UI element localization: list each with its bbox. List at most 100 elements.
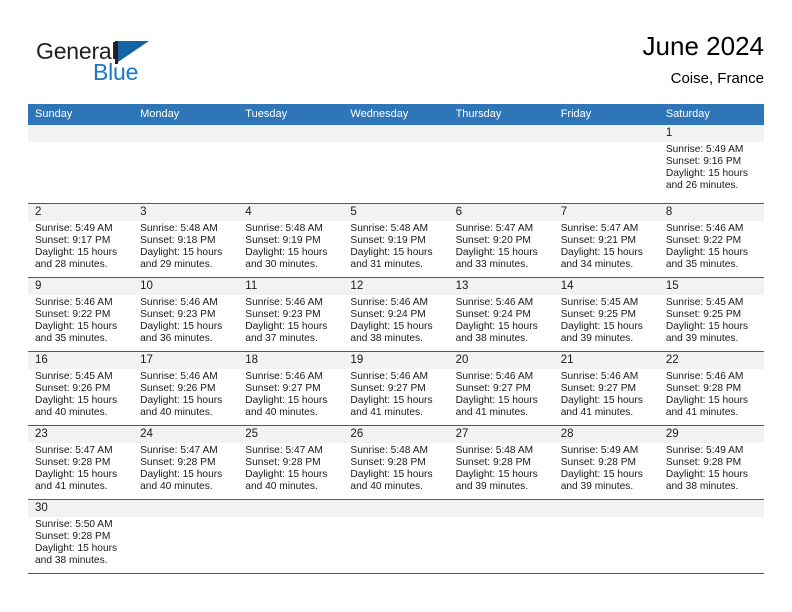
day-number-band: 9 10 11 12 13 14 15 (28, 278, 764, 295)
day-cell[interactable]: Sunrise: 5:49 AM Sunset: 9:28 PM Dayligh… (659, 445, 764, 496)
daylight-text-line2: and 35 minutes. (665, 259, 739, 271)
daylight-text-line2: and 39 minutes. (455, 481, 529, 493)
day-number: 18 (245, 354, 259, 366)
day-cell[interactable]: Sunrise: 5:45 AM Sunset: 9:25 PM Dayligh… (659, 297, 764, 348)
daylight-text-line2: and 34 minutes. (560, 259, 634, 271)
day-cell[interactable]: Sunrise: 5:50 AM Sunset: 9:28 PM Dayligh… (28, 519, 133, 570)
day-number: 20 (455, 354, 469, 366)
day-number: 6 (455, 206, 462, 218)
day-number: 7 (560, 206, 568, 218)
day-cell[interactable]: Sunrise: 5:49 AM Sunset: 9:28 PM Dayligh… (554, 445, 659, 496)
day-cell[interactable]: Sunrise: 5:49 AM Sunset: 9:16 PM Dayligh… (659, 144, 764, 200)
day-number: 13 (455, 280, 469, 292)
day-number: 17 (140, 354, 153, 366)
day-cell[interactable]: Sunrise: 5:48 AM Sunset: 9:19 PM Dayligh… (238, 223, 343, 274)
sunrise-text: Sunrise: 5:47 AM (245, 445, 323, 456)
day-cell[interactable]: Sunrise: 5:47 AM Sunset: 9:28 PM Dayligh… (133, 445, 238, 496)
weekday-header-saturday: Saturday (665, 108, 710, 120)
day-cell[interactable]: Sunrise: 5:45 AM Sunset: 9:26 PM Dayligh… (28, 371, 133, 422)
daylight-text-line2: and 40 minutes. (350, 481, 423, 493)
sunset-text: Sunset: 9:28 PM (35, 531, 111, 543)
day-cell[interactable]: Sunrise: 5:47 AM Sunset: 9:20 PM Dayligh… (449, 223, 554, 274)
day-number (28, 125, 133, 142)
day-cell[interactable]: Sunrise: 5:46 AM Sunset: 9:24 PM Dayligh… (449, 297, 554, 348)
day-number: 3 (140, 206, 147, 218)
daylight-text-line2: and 40 minutes. (140, 407, 213, 419)
day-cell[interactable]: Sunrise: 5:46 AM Sunset: 9:27 PM Dayligh… (554, 371, 659, 422)
daylight-text-line2: and 39 minutes. (560, 481, 634, 493)
sunset-text: Sunset: 9:27 PM (560, 383, 637, 395)
daylight-text-line1: Daylight: 15 hours (665, 469, 748, 481)
day-cell[interactable]: Sunrise: 5:45 AM Sunset: 9:25 PM Dayligh… (554, 297, 659, 348)
day-number-band: 30 (28, 500, 764, 517)
daylight-text-line2: and 40 minutes. (140, 481, 213, 493)
daylight-text-line2: and 41 minutes. (560, 407, 634, 419)
day-number (238, 125, 343, 142)
day-cell[interactable]: Sunrise: 5:48 AM Sunset: 9:28 PM Dayligh… (343, 445, 448, 496)
day-cell[interactable]: Sunrise: 5:47 AM Sunset: 9:28 PM Dayligh… (238, 445, 343, 496)
day-number: 1 (665, 127, 673, 139)
daylight-text-line2: and 40 minutes. (245, 407, 318, 419)
calendar-week-row: 16 17 18 19 20 21 22 Sunrise: 5:45 AM Su… (28, 352, 764, 426)
day-cell[interactable]: Sunrise: 5:46 AM Sunset: 9:22 PM Dayligh… (659, 223, 764, 274)
day-number: 19 (350, 354, 364, 366)
daylight-text-line2: and 36 minutes. (140, 333, 213, 345)
daylight-text-line2: and 33 minutes. (455, 259, 529, 271)
day-cell[interactable]: Sunrise: 5:48 AM Sunset: 9:19 PM Dayligh… (343, 223, 448, 274)
day-number (554, 125, 659, 142)
day-number: 23 (35, 428, 48, 440)
day-cell[interactable]: Sunrise: 5:48 AM Sunset: 9:28 PM Dayligh… (449, 445, 554, 496)
day-cell[interactable]: Sunrise: 5:46 AM Sunset: 9:27 PM Dayligh… (238, 371, 343, 422)
sunset-text: Sunset: 9:28 PM (560, 457, 637, 469)
daylight-text-line2: and 37 minutes. (245, 333, 318, 345)
daylight-text-line1: Daylight: 15 hours (35, 247, 118, 259)
day-number: 14 (560, 280, 574, 292)
day-cell[interactable]: Sunrise: 5:46 AM Sunset: 9:23 PM Dayligh… (238, 297, 343, 348)
day-number: 26 (350, 428, 364, 440)
day-cell[interactable]: Sunrise: 5:47 AM Sunset: 9:21 PM Dayligh… (554, 223, 659, 274)
sunrise-text: Sunrise: 5:47 AM (140, 445, 218, 456)
sunrise-text: Sunrise: 5:46 AM (245, 297, 323, 308)
sunrise-text: Sunrise: 5:46 AM (665, 223, 744, 234)
daylight-text-line1: Daylight: 15 hours (560, 247, 643, 259)
title-block: June 2024 Coise, France (643, 30, 764, 90)
daylight-text-line2: and 35 minutes. (35, 333, 108, 345)
daylight-text-line1: Daylight: 15 hours (140, 247, 223, 259)
day-cell[interactable]: Sunrise: 5:46 AM Sunset: 9:27 PM Dayligh… (449, 371, 554, 422)
day-cell[interactable]: Sunrise: 5:48 AM Sunset: 9:18 PM Dayligh… (133, 223, 238, 274)
sunrise-text: Sunrise: 5:45 AM (665, 297, 744, 308)
sunrise-text: Sunrise: 5:45 AM (35, 371, 113, 382)
sunrise-text: Sunrise: 5:47 AM (35, 445, 113, 456)
sunset-text: Sunset: 9:27 PM (245, 383, 321, 395)
daylight-text-line1: Daylight: 15 hours (35, 321, 118, 333)
day-number: 25 (245, 428, 259, 440)
day-number: 10 (140, 280, 153, 292)
daylight-text-line2: and 30 minutes. (245, 259, 318, 271)
day-number: 30 (35, 502, 48, 514)
sunrise-text: Sunrise: 5:46 AM (245, 371, 323, 382)
day-cell[interactable]: Sunrise: 5:46 AM Sunset: 9:23 PM Dayligh… (133, 297, 238, 348)
sunset-text: Sunset: 9:25 PM (560, 309, 637, 321)
day-cell[interactable]: Sunrise: 5:49 AM Sunset: 9:17 PM Dayligh… (28, 223, 133, 274)
daylight-text-line1: Daylight: 15 hours (350, 321, 433, 333)
calendar-week-row: 1 Sunrise: 5:49 AM Sunset: 9:16 PM Dayli… (28, 125, 764, 204)
day-cell[interactable]: Sunrise: 5:46 AM Sunset: 9:28 PM Dayligh… (659, 371, 764, 422)
sunset-text: Sunset: 9:28 PM (665, 457, 742, 469)
daylight-text-line1: Daylight: 15 hours (35, 543, 118, 555)
weekday-header-tuesday: Tuesday (245, 108, 288, 120)
day-cell[interactable]: Sunrise: 5:46 AM Sunset: 9:24 PM Dayligh… (343, 297, 448, 348)
day-cell[interactable]: Sunrise: 5:46 AM Sunset: 9:26 PM Dayligh… (133, 371, 238, 422)
sunset-text: Sunset: 9:28 PM (455, 457, 531, 469)
day-cell[interactable]: Sunrise: 5:46 AM Sunset: 9:22 PM Dayligh… (28, 297, 133, 348)
daylight-text-line1: Daylight: 15 hours (140, 321, 223, 333)
sunset-text: Sunset: 9:20 PM (455, 235, 531, 247)
daylight-text-line1: Daylight: 15 hours (245, 247, 328, 259)
day-cell[interactable]: Sunrise: 5:46 AM Sunset: 9:27 PM Dayligh… (343, 371, 448, 422)
daylight-text-line2: and 38 minutes. (35, 555, 108, 567)
weekday-header-monday: Monday (140, 108, 180, 120)
sunset-text: Sunset: 9:21 PM (560, 235, 637, 247)
sunset-text: Sunset: 9:28 PM (140, 457, 216, 469)
day-cell[interactable]: Sunrise: 5:47 AM Sunset: 9:28 PM Dayligh… (28, 445, 133, 496)
calendar-week-row: 9 10 11 12 13 14 15 Sunrise: 5:46 AM Sun… (28, 278, 764, 352)
daylight-text-line1: Daylight: 15 hours (245, 469, 328, 481)
